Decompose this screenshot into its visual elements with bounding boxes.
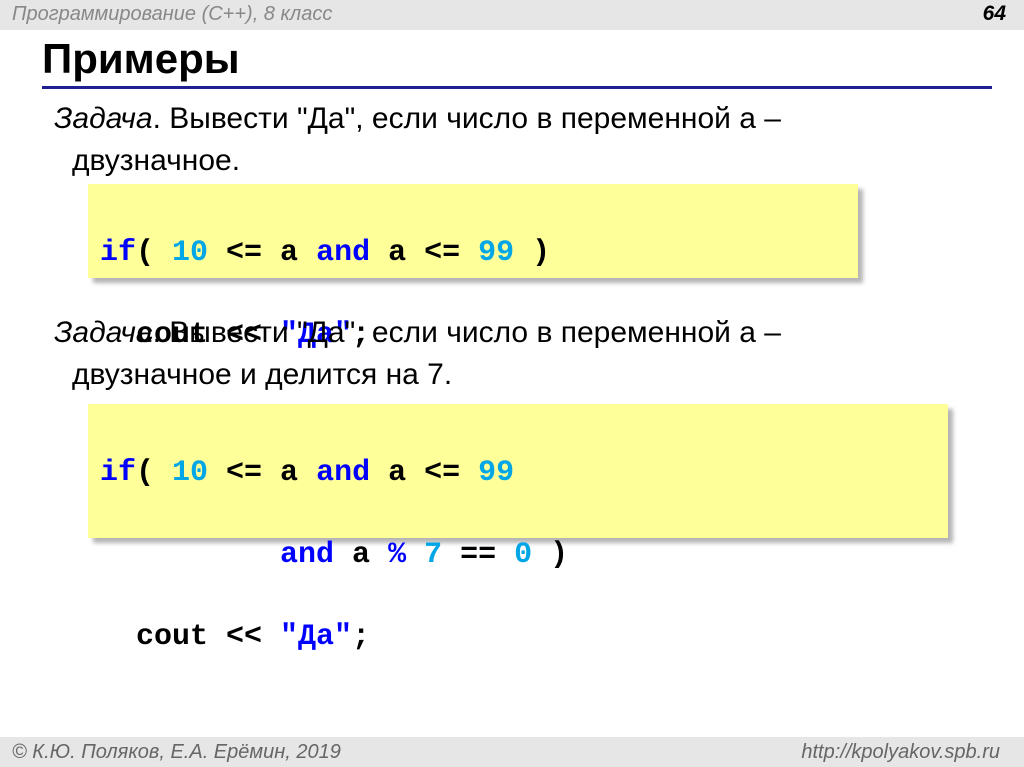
code-line: and a % 7 == 0 ) [280, 538, 569, 572]
footer-url[interactable]: http://kpolyakov.spb.ru [801, 741, 1000, 764]
task-text-continued: двузначное. [72, 144, 241, 177]
task-text: . Вывести "Да", если число в переменной … [152, 102, 781, 135]
header-bar: Программирование (С++), 8 класс 64 [0, 0, 1024, 30]
slide-title: Примеры [42, 35, 240, 82]
task-2: Задача. Вывести "Да", если число в перем… [54, 312, 954, 396]
task-1: Задача. Вывести "Да", если число в перем… [54, 98, 954, 182]
task-label: Задача [54, 102, 153, 135]
footer-authors: © К.Ю. Поляков, Е.А. Ерёмин, 2019 [12, 741, 341, 763]
task-label: Задача [54, 316, 153, 349]
code-block-2: if( 10 <= a and a <= 99 and a % 7 == 0 )… [88, 404, 948, 654]
course-title: Программирование (С++), 8 класс [12, 3, 333, 25]
code-line: cout << "Да"; [100, 620, 371, 654]
task-text-continued: двузначное и делится на 7. [72, 358, 453, 391]
code-line: if( 10 <= a and a <= 99 ) [100, 236, 551, 270]
task-text: . Вывести "Да", если число в переменной … [152, 316, 781, 349]
title-underline [42, 86, 992, 89]
code-block-1: if( 10 <= a and a <= 99 ) cout << "Да"; [88, 184, 858, 352]
page-number: 64 [982, 2, 1006, 25]
code-line: if( 10 <= a and a <= 99 [100, 456, 515, 490]
footer-bar: © К.Ю. Поляков, Е.А. Ерёмин, 2019 http:/… [0, 737, 1024, 767]
